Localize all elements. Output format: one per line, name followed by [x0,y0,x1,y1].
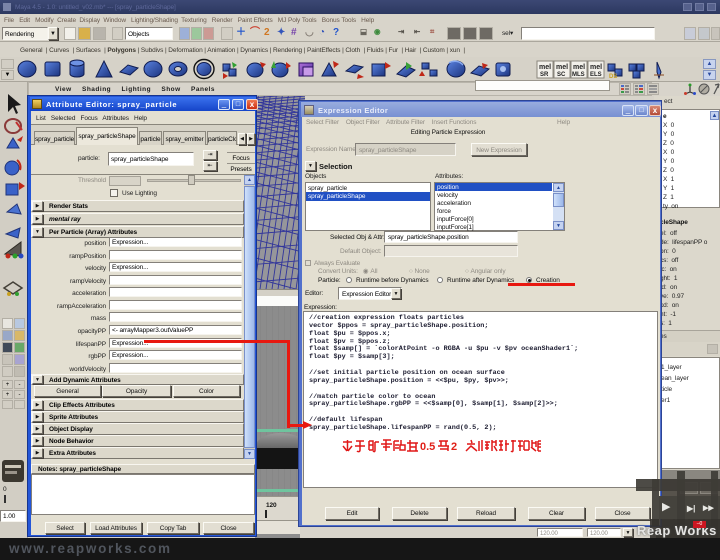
svg-text:SR: SR [540,72,549,78]
svg-text:MLS: MLS [572,72,585,78]
svg-text:DS: DS [609,74,617,80]
svg-text:SC: SC [557,72,566,78]
svg-text:ELS: ELS [590,72,602,78]
svg-text:0.5: 0.5 [420,441,435,453]
svg-text:mel: mel [539,64,551,71]
svg-text:mel: mel [590,64,602,71]
svg-text:mel: mel [556,64,568,71]
svg-text:2: 2 [451,441,457,453]
svg-text:mel: mel [573,64,585,71]
